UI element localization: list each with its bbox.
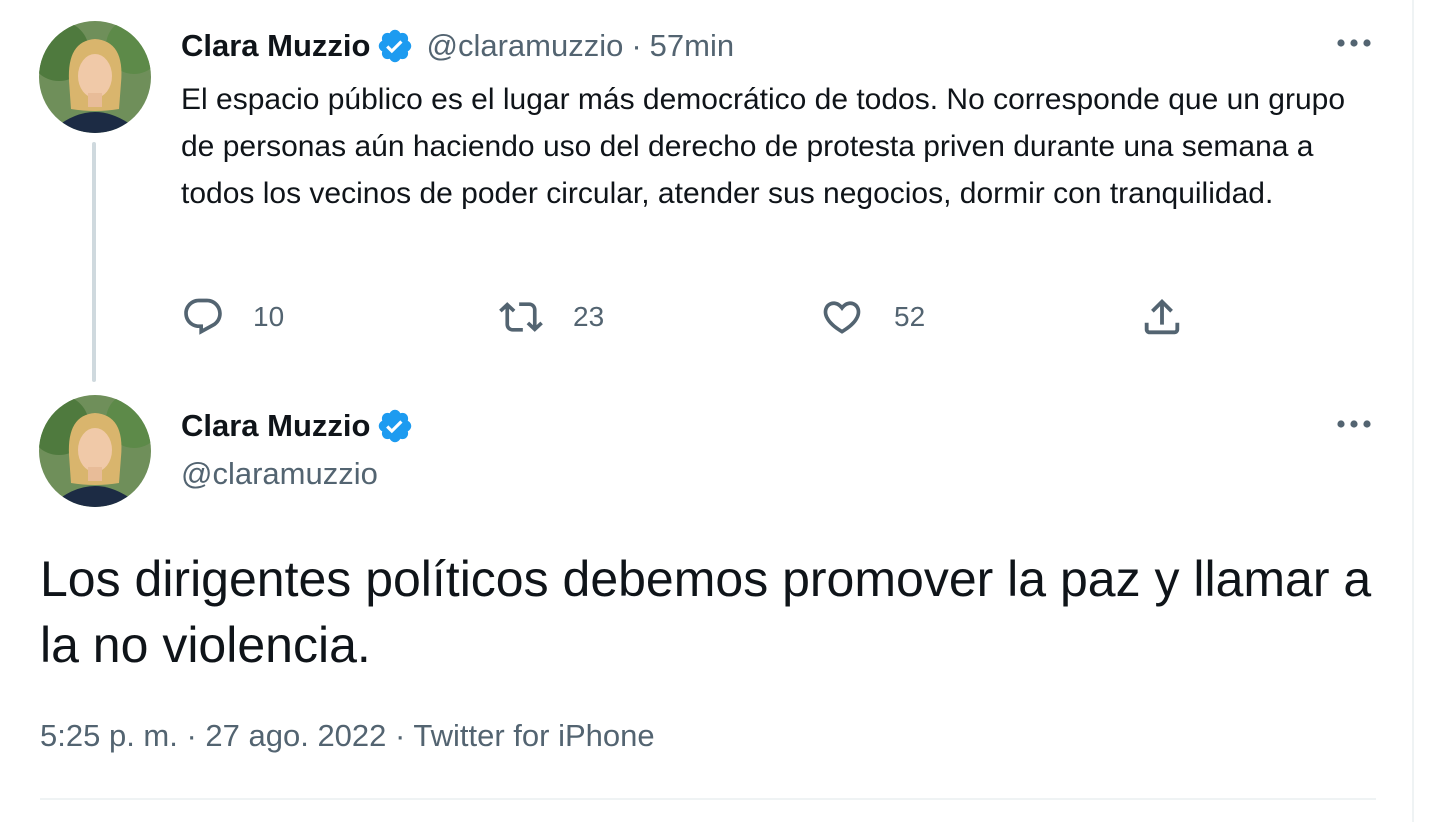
- author-name[interactable]: Clara Muzzio: [181, 408, 370, 444]
- main-tweet-name-row: Clara Muzzio: [181, 404, 414, 448]
- more-dots-icon[interactable]: [1334, 31, 1374, 55]
- avatar[interactable]: [39, 21, 151, 133]
- reply-button[interactable]: 10: [181, 292, 284, 342]
- avatar-image: [39, 21, 151, 133]
- verified-badge-icon: [379, 29, 412, 63]
- tweet-timestamp[interactable]: 5:25 p. m. · 27 ago. 2022 · Twitter for …: [40, 718, 655, 754]
- verified-badge-icon: [379, 409, 412, 443]
- share-button[interactable]: [1139, 292, 1185, 342]
- reply-tweet-header: Clara Muzzio @claramuzzio · 57min: [181, 24, 734, 68]
- retweet-count: 23: [573, 301, 605, 332]
- author-handle[interactable]: @claramuzzio: [181, 456, 378, 492]
- reply-icon: [184, 298, 222, 335]
- author-name[interactable]: Clara Muzzio: [181, 28, 370, 64]
- thread-connector-line: [92, 142, 96, 382]
- tweet-time[interactable]: 57min: [650, 28, 734, 64]
- more-dots-icon[interactable]: [1334, 412, 1374, 436]
- retweet-button[interactable]: 23: [499, 292, 604, 342]
- reply-tweet-text: El espacio público es el lugar más democ…: [181, 83, 1346, 210]
- main-tweet-handle-row: @claramuzzio: [181, 452, 378, 496]
- avatar[interactable]: [39, 395, 151, 507]
- avatar-image: [39, 395, 151, 507]
- reply-count: 10: [253, 301, 285, 332]
- separator-dot: ·: [631, 28, 642, 63]
- like-button[interactable]: 52: [820, 292, 925, 342]
- main-tweet-text: Los dirigentes políticos debemos promove…: [40, 551, 1372, 673]
- tweet-thread-view: Clara Muzzio @claramuzzio · 57min El esp…: [0, 0, 1440, 822]
- retweet-icon: [499, 302, 543, 332]
- like-count: 52: [894, 301, 926, 332]
- column-border: [1412, 0, 1414, 822]
- author-handle[interactable]: @claramuzzio: [426, 28, 623, 64]
- share-icon: [1144, 298, 1180, 335]
- heart-icon: [823, 301, 861, 334]
- divider: [40, 798, 1376, 800]
